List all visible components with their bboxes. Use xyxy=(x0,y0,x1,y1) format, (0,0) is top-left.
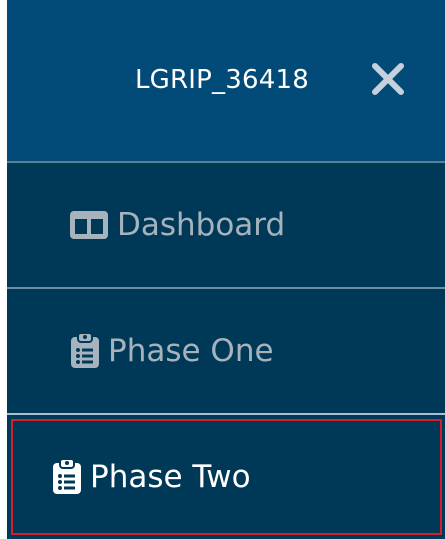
menu-title: LGRIP_36418 xyxy=(135,65,309,95)
close-icon[interactable] xyxy=(367,58,409,100)
menu-item-label: Phase Two xyxy=(90,459,251,495)
menu-item-dashboard[interactable]: Dashboard xyxy=(7,163,445,289)
clipboard-list-icon xyxy=(70,333,100,369)
menu-item-label: Phase One xyxy=(108,333,274,369)
side-menu: LGRIP_36418 Dashboard Phase One Phase Tw… xyxy=(7,0,445,539)
menu-item-phase-two[interactable]: Phase Two xyxy=(11,419,442,535)
menu-header: LGRIP_36418 xyxy=(7,0,445,163)
columns-icon xyxy=(69,210,109,240)
menu-item-label: Dashboard xyxy=(117,207,286,243)
menu-item-phase-one[interactable]: Phase One xyxy=(7,289,445,415)
clipboard-list-icon xyxy=(52,459,82,495)
